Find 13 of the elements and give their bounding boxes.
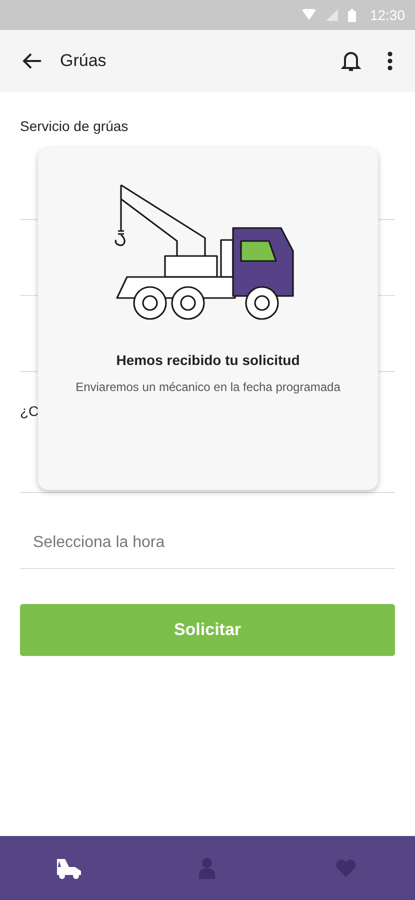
dialog-title: Hemos recibido tu solicitud [116,352,300,368]
back-arrow-icon[interactable] [22,52,42,70]
battery-icon [348,8,356,22]
dialog-message: Enviaremos un mécanico en la fecha programada [76,380,340,394]
wifi-icon [302,9,316,21]
bell-icon[interactable] [341,50,361,72]
screen-title: Grúas [60,51,108,71]
section-label: Servicio de grúas [20,118,130,136]
question-label: ¿C [20,405,40,417]
more-options-icon[interactable] [387,51,393,71]
signal-icon [326,9,338,21]
input-field[interactable]: Selecciona la hora [20,493,395,569]
tow-truck-icon[interactable] [55,857,84,879]
